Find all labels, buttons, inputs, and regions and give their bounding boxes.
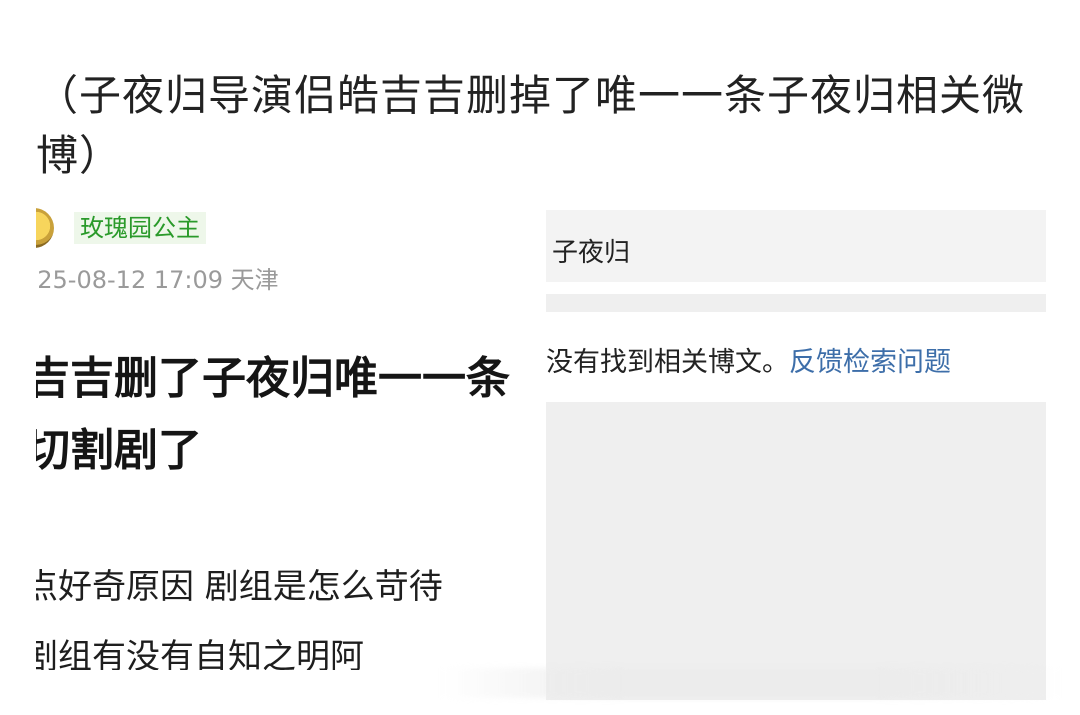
empty-result-area	[546, 402, 1046, 700]
weibo-post-screenshot: 玫瑰园公主 025-08-12 17:09 天津 吉吉删了子夜归唯一一条 切割剧…	[36, 200, 546, 670]
post-body: 点好奇原因 剧组是怎么苛待 剧组有没有自知之明阿	[36, 552, 443, 670]
avatar[interactable]	[36, 208, 54, 248]
author-name[interactable]: 玫瑰园公主	[74, 212, 206, 244]
search-bar[interactable]: 子夜归	[546, 210, 1046, 282]
filter-strip	[546, 294, 1046, 312]
feedback-link[interactable]: 反馈检索问题	[789, 347, 951, 378]
no-result-text: 没有找到相关博文。	[546, 347, 789, 378]
headline-line-2: 切割剧了	[36, 425, 202, 476]
search-query[interactable]: 子夜归	[552, 232, 630, 269]
body-line-2: 剧组有没有自知之明阿	[36, 637, 364, 670]
no-result-message: 没有找到相关博文。反馈检索问题	[546, 340, 951, 379]
body-line-1: 点好奇原因 剧组是怎么苛待	[36, 567, 443, 607]
search-screenshot: 子夜归 没有找到相关博文。反馈检索问题	[546, 210, 1046, 700]
post-headline: 吉吉删了子夜归唯一一条 切割剧了	[36, 343, 510, 487]
post-meta: 025-08-12 17:09 天津	[36, 266, 279, 294]
caption-text: （子夜归导演侣皓吉吉删掉了唯一一条子夜归相关微博）	[36, 71, 1026, 180]
headline-line-1: 吉吉删了子夜归唯一一条	[36, 353, 510, 404]
watermark	[440, 668, 1060, 698]
